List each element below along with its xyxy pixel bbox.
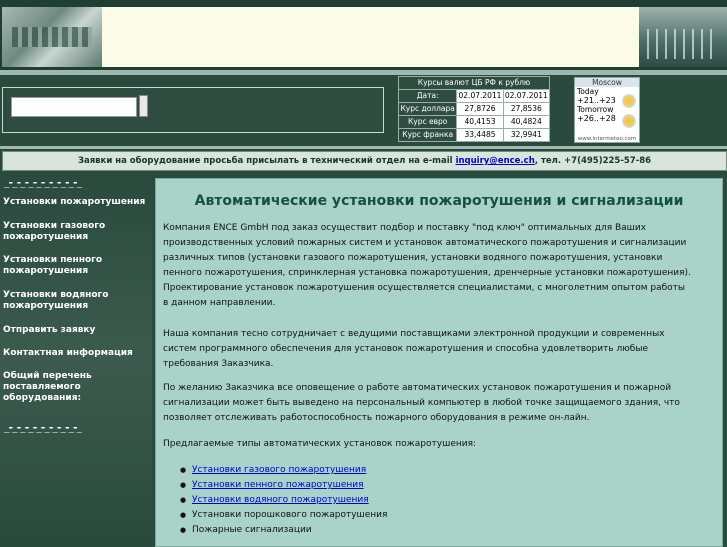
rate-value: 40,4824 [502,115,551,129]
monitoring-paragraph: По желанию Заказчика все оповещение о ра… [163,383,680,423]
divider [0,70,727,75]
list-item: Установки газового пожаротушения [176,463,676,478]
weather-city: Moscow [575,78,639,87]
sun-cloud-icon [622,114,636,128]
alarm-item: Пожарные сигнализации [192,525,312,535]
rate-row-chf: Курс франка 33,4485 32,9941 [397,128,551,142]
list-item: Пожарные сигнализации [176,523,676,538]
sidebar-item-contacts[interactable]: Контактная информация [3,348,151,359]
rate-value: 32,9941 [502,128,551,142]
foam-link[interactable]: Установки пенного пожаротушения [192,480,364,490]
rate-value: 40,4153 [456,115,504,129]
notice-text: Заявки на оборудование просьба присылать… [77,156,456,166]
search-button[interactable] [139,95,148,117]
list-item: Установки порошкового пожаротушения [176,508,676,523]
notice-phone: , тел. +7(495)225-57-86 [534,156,652,166]
header-banner [0,0,727,70]
powder-item: Установки порошкового пожаротушения [192,510,388,520]
list-item: Установки водяного пожаротушения [176,493,676,508]
rate-label: Курс франка [397,128,458,142]
banner-image-sprinklers [639,7,727,67]
types-heading: Предлагаемые типы автоматических установ… [163,439,477,449]
rate-row-eur: Курс евро 40,4153 40,4824 [397,115,551,129]
rate-label: Курс евро [397,115,458,129]
rate-value: 27,8726 [456,102,504,116]
sidebar-item-equipment-list[interactable]: Общий перечень поставляемого оборудовани… [3,371,151,404]
sun-cloud-icon [622,94,636,108]
water-link[interactable]: Установки водяного пожаротушения [192,495,369,505]
partners-paragraph: Наша компания тесно сотрудничает с ведущ… [163,329,665,369]
banner-center [102,7,639,67]
sidebar-ornament-top: _-_-_-_-_-_-_-_-_-_ [4,178,82,188]
rate-value: 33,4485 [456,128,504,142]
list-item: Установки пенного пожаротушения [176,478,676,493]
sidebar-item-fire-systems[interactable]: Установки пожаротушения [3,197,151,208]
weather-source-link[interactable]: www.intermeteo.com [575,136,639,142]
email-link[interactable]: inquiry@ence.ch [456,156,535,166]
system-types-list: Установки газового пожаротушения Установ… [176,463,676,538]
sidebar-item-send-request[interactable]: Отправить заявку [3,325,151,336]
sidebar-item-water[interactable]: Установки водяного пожаротушения [3,290,151,312]
sidebar-ornament-bottom: _-_-_-_-_-_-_-_-_-_ [4,423,82,433]
rate-row-usd: Курс доллара 27,8726 27,8536 [397,102,551,116]
weather-widget[interactable]: Moscow Today +21..+23 Tomorrow +26..+28 … [574,77,640,143]
sidebar-item-foam[interactable]: Установки пенного пожаротушения [3,255,151,277]
intro-paragraph: Компания ENCE GmbH под заказ осуществит … [163,223,691,308]
banner-image-pipes [2,7,102,67]
rates-date-1: 02.07.2011 [456,89,504,103]
sidebar-item-gas[interactable]: Установки газового пожаротушения [3,221,151,243]
rates-date-2: 02.07.2011 [502,89,551,103]
gas-link[interactable]: Установки газового пожаротушения [192,465,366,475]
search-panel [2,87,384,133]
rate-label: Курс доллара [397,102,458,116]
divider [0,146,727,149]
main-content: Автоматические установки пожаротушения и… [155,178,723,547]
rates-caption: Курсы валют ЦБ РФ к рублю [398,76,550,90]
page-title: Автоматические установки пожаротушения и… [194,193,684,209]
rates-date-label: Дата: [397,89,458,103]
currency-rates-widget: Курсы валют ЦБ РФ к рублю Дата: 02.07.20… [397,76,551,142]
search-input[interactable] [11,97,137,117]
notice-bar: Заявки на оборудование просьба присылать… [2,151,727,171]
sidebar: _-_-_-_-_-_-_-_-_-_ Установки пожаротуше… [0,173,152,545]
rate-value: 27,8536 [502,102,551,116]
